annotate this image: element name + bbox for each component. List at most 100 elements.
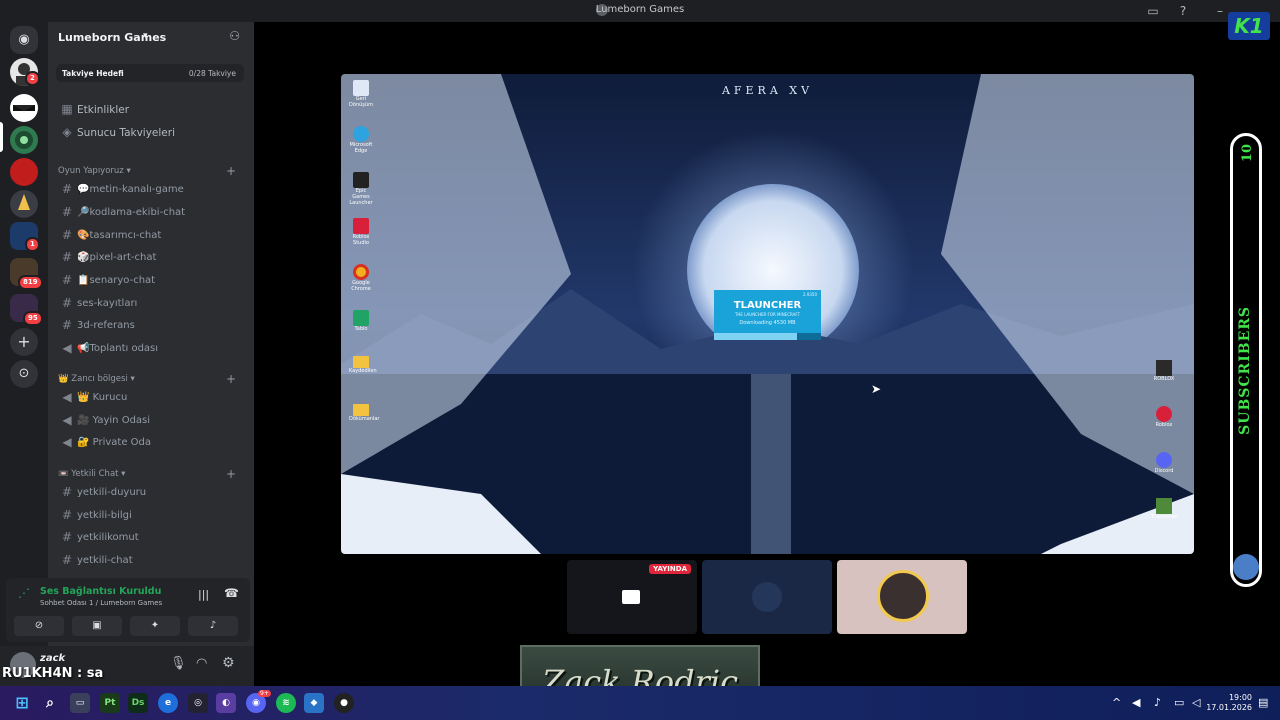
unread-badge: 95	[23, 311, 43, 326]
headphones-icon[interactable]: ◠	[196, 656, 207, 671]
category-header[interactable]: 📼 Yetkili Chat ▾ +	[58, 467, 244, 483]
server-icon-lumeborn[interactable]	[10, 126, 38, 154]
launcher-subtitle: THE LAUNCHER FOR MINECRAFT	[734, 312, 801, 317]
desktop-icon-epic[interactable]: Epic Games Launcher	[349, 172, 373, 206]
signal-icon: ⋰	[18, 586, 30, 600]
add-channel-icon[interactable]: +	[226, 372, 236, 386]
voice-channel-item[interactable]: ◀ 🔐 Private Oda	[56, 433, 246, 453]
channel-item[interactable]: # yetkili-duyuru	[56, 483, 246, 503]
desktop-icon-folder[interactable]: Kaydedilen	[349, 356, 377, 374]
help-icon[interactable]: ?	[1175, 3, 1191, 19]
server-icon-rocket[interactable]	[10, 190, 38, 218]
channel-item[interactable]: # yetkilikomut	[56, 528, 246, 548]
microphone-icon[interactable]: 🎙	[170, 656, 187, 671]
desktop-icon-roblox-studio[interactable]: Roblox Studio	[349, 218, 373, 246]
microphone-tray-icon[interactable]: ♪	[1154, 696, 1161, 709]
voice-channel-item[interactable]: ◀ 📢Toplantı odası	[56, 339, 246, 359]
disconnect-icon[interactable]: ☎	[224, 586, 239, 600]
invite-user-icon[interactable]: ⚇	[229, 29, 240, 43]
server-header[interactable]: Lumeborn Games ▾ ⚇	[48, 22, 254, 54]
category-name: 👑 Zancı bölgesi	[58, 374, 128, 384]
avatar	[877, 570, 929, 622]
notification-icon[interactable]: ▤	[1258, 696, 1268, 709]
add-channel-icon[interactable]: +	[226, 164, 236, 178]
channel-item[interactable]: # ses-kayıtları	[56, 294, 246, 314]
desktop-icon-edge[interactable]: Microsoft Edge	[349, 126, 373, 154]
subscriber-count: 10	[1240, 144, 1255, 163]
category-header[interactable]: Oyun Yapıyoruz ▾ +	[58, 164, 244, 180]
window-title: Lumeborn Games	[595, 4, 685, 15]
add-server-icon[interactable]: +	[10, 328, 38, 356]
app-blue-icon[interactable]: ◆	[304, 693, 324, 713]
boost-goal-bar[interactable]: Takviye Hedefi 0/28 Takviye	[56, 64, 244, 82]
wallpaper-title: AFERA XV	[721, 84, 814, 97]
desktop-icon-tlauncher[interactable]: TLauncher	[1151, 498, 1177, 520]
system-clock[interactable]: 19:00 17.01.2026	[1206, 693, 1252, 713]
app-pt[interactable]: Pt	[100, 693, 120, 713]
title-bar: Lumeborn Games ▭ ? –	[0, 0, 1280, 22]
hash-icon: #	[61, 508, 73, 522]
channel-item[interactable]: # 💬metin-kanalı-game	[56, 180, 246, 200]
channel-item[interactable]: # 📋senaryo-chat	[56, 271, 246, 291]
hash-icon: #	[61, 273, 73, 287]
minimize-icon[interactable]: –	[1212, 3, 1228, 19]
app-purple-icon[interactable]: ◐	[216, 693, 236, 713]
hash-icon: #	[61, 553, 73, 567]
obs-icon[interactable]: ●	[334, 693, 354, 713]
desktop-icon-folder-2[interactable]: Dökümanlar	[349, 404, 379, 422]
desktop-icon-roblox-2[interactable]: Roblox	[1151, 406, 1177, 428]
stream-thumbnail[interactable]: YAYINDA	[567, 560, 697, 634]
progress-orb	[1233, 554, 1259, 580]
voice-channel-item[interactable]: ◀ 🎥 Yayin Odasi	[56, 411, 246, 431]
shared-screen[interactable]: AFERA XV Geri Dönüşüm Microsoft Edge Epi…	[341, 74, 1194, 554]
activities-button[interactable]: ✦	[130, 616, 180, 636]
edge-icon[interactable]: e	[158, 693, 178, 713]
desktop-icon-recycle[interactable]: Geri Dönüşüm	[349, 80, 373, 108]
channel-item[interactable]: # yetkili-bilgi	[56, 506, 246, 526]
discord-home-icon[interactable]: ◉	[10, 26, 38, 54]
speaker-icon[interactable]: ◁	[1192, 696, 1200, 709]
category-header[interactable]: 👑 Zancı bölgesi ▾ +	[58, 372, 244, 388]
discover-icon[interactable]: ⊙	[10, 360, 38, 388]
channel-item[interactable]: # yetkili-chat	[56, 551, 246, 571]
discord-badge: 9+	[258, 690, 271, 697]
desktop-icon-sheet[interactable]: Tablo	[349, 310, 373, 332]
channel-item[interactable]: # 🎲pixel-art-chat	[56, 248, 246, 268]
soundboard-button[interactable]: ♪	[188, 616, 238, 636]
screen-share-button[interactable]: ▣	[72, 616, 122, 636]
participant-tile-speaking[interactable]	[837, 560, 967, 634]
tlauncher-splash: 2.9350 TLAUNCHER THE LAUNCHER FOR MINECR…	[714, 290, 821, 340]
server-icon-red[interactable]	[10, 158, 38, 186]
inbox-icon[interactable]: ▭	[1145, 3, 1161, 19]
volume-mixer-icon[interactable]: ◀	[1132, 696, 1140, 709]
participant-tile[interactable]	[702, 560, 832, 634]
camera-off-button[interactable]: ⊘	[14, 616, 64, 636]
app-ds[interactable]: Ds	[128, 693, 148, 713]
desktop-icon-roblox[interactable]: ROBLOX	[1151, 360, 1177, 382]
steam-icon[interactable]: ◎	[188, 693, 208, 713]
add-channel-icon[interactable]: +	[226, 467, 236, 481]
server-icon-mask[interactable]	[10, 94, 38, 122]
channel-item[interactable]: # 🔎kodlama-ekibi-chat	[56, 203, 246, 223]
chevron-down-icon: ▾	[143, 31, 148, 41]
spotify-icon[interactable]: ≋	[276, 693, 296, 713]
server-boosts-item[interactable]: ◈ Sunucu Takviyeleri	[56, 123, 246, 143]
task-view-icon[interactable]: ▭	[70, 693, 90, 713]
search-icon[interactable]: ⌕	[40, 693, 60, 713]
desktop-icon-discord[interactable]: Discord	[1151, 452, 1177, 474]
hash-icon: #	[61, 228, 73, 242]
events-item[interactable]: ▦ Etkinlikler	[56, 100, 246, 120]
channel-item[interactable]: #3d-referans	[56, 316, 246, 336]
channel-item[interactable]: # 🎨tasarımcı-chat	[56, 226, 246, 246]
gear-icon[interactable]: ⚙	[222, 655, 235, 671]
network-icon[interactable]: ▭	[1174, 696, 1184, 709]
voice-channel-item[interactable]: ◀ 👑 Kurucu	[56, 388, 246, 408]
boosts-label: Sunucu Takviyeleri	[77, 127, 176, 139]
noise-suppression-icon[interactable]: |||	[198, 588, 209, 601]
desktop-icon-chrome[interactable]: Google Chrome	[349, 264, 373, 292]
windows-start-icon[interactable]: ⊞	[12, 693, 32, 713]
hash-icon: #	[61, 182, 73, 196]
tray-chevron-icon[interactable]: ^	[1112, 696, 1121, 709]
screen-share-icon	[622, 590, 640, 604]
category-name: 📼 Yetkili Chat	[58, 469, 119, 479]
